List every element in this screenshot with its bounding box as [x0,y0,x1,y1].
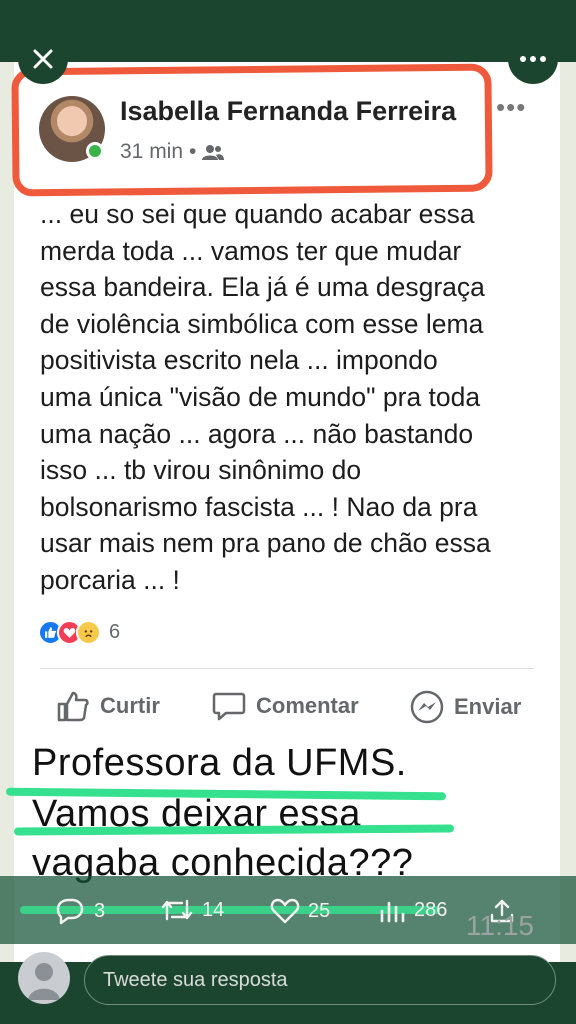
reaction-count: 6 [109,621,121,643]
like-action: Curtir [56,690,160,722]
close-button[interactable] [18,34,68,84]
post-body-line: bolsonarismo fascista ... ! Nao da pra [40,491,478,522]
messenger-icon [410,690,444,724]
post-body-line: uma nação ... agora ... não bastando [40,418,474,449]
post-body-line: uma única "visão de mundo" pra toda [40,381,481,412]
red-highlight-box [11,63,493,197]
viewer-top-bar [0,0,576,62]
post-body-line: usar mais nem pra pano de chão essa [40,528,491,559]
default-avatar-icon [28,963,60,1000]
more-options-button[interactable] [508,34,558,84]
more-icon [520,56,546,62]
retweet-button[interactable]: 14 [160,897,224,923]
views-icon [380,901,405,923]
comment-icon [212,692,246,721]
reply-icon [56,898,84,925]
post-body-line: porcaria ... ! [40,564,180,595]
post-body-line: de violência simbólica com esse lema [40,308,484,339]
thumbs-up-icon [57,691,89,722]
views-count: 286 [414,898,448,921]
retweet-icon [161,899,193,921]
comment-label: Comentar [256,693,359,718]
reply-placeholder: Tweete sua resposta [103,968,288,991]
comment-action: Comentar [212,690,359,722]
heart-icon [270,898,300,924]
post-body-line: essa bandeira. Ela já é uma desgraça [40,272,485,303]
reaction-summary: 6 [38,620,120,645]
post-options-icon: ••• [496,92,527,122]
user-avatar[interactable] [18,952,70,1004]
send-label: Enviar [454,694,522,719]
post-body: ... eu so sei que quando acabar essa mer… [40,196,550,599]
caption-line: Professora da UFMS. [32,742,407,784]
like-count: 25 [308,899,331,922]
retweet-count: 14 [202,898,225,921]
post-body-line: isso ... tb virou sinônimo do [40,455,362,486]
reply-count: 3 [94,899,106,922]
image-timestamp: 11:15 [466,910,534,941]
post-body-line: merda toda ... vamos ter que mudar [40,235,462,266]
like-label: Curtir [100,693,160,718]
post-body-line: ... eu so sei que quando acabar essa [40,199,475,229]
like-button[interactable]: 25 [270,897,330,925]
post-divider [40,668,534,669]
close-icon [33,49,53,69]
reply-button[interactable]: 3 [54,897,105,925]
send-action: Enviar [410,690,521,724]
sad-reaction-icon [76,620,101,645]
reply-input[interactable]: Tweete sua resposta [84,955,556,1005]
views-button[interactable]: 286 [378,897,447,923]
post-body-line: positivista escrito nela ... impondo [40,345,438,376]
